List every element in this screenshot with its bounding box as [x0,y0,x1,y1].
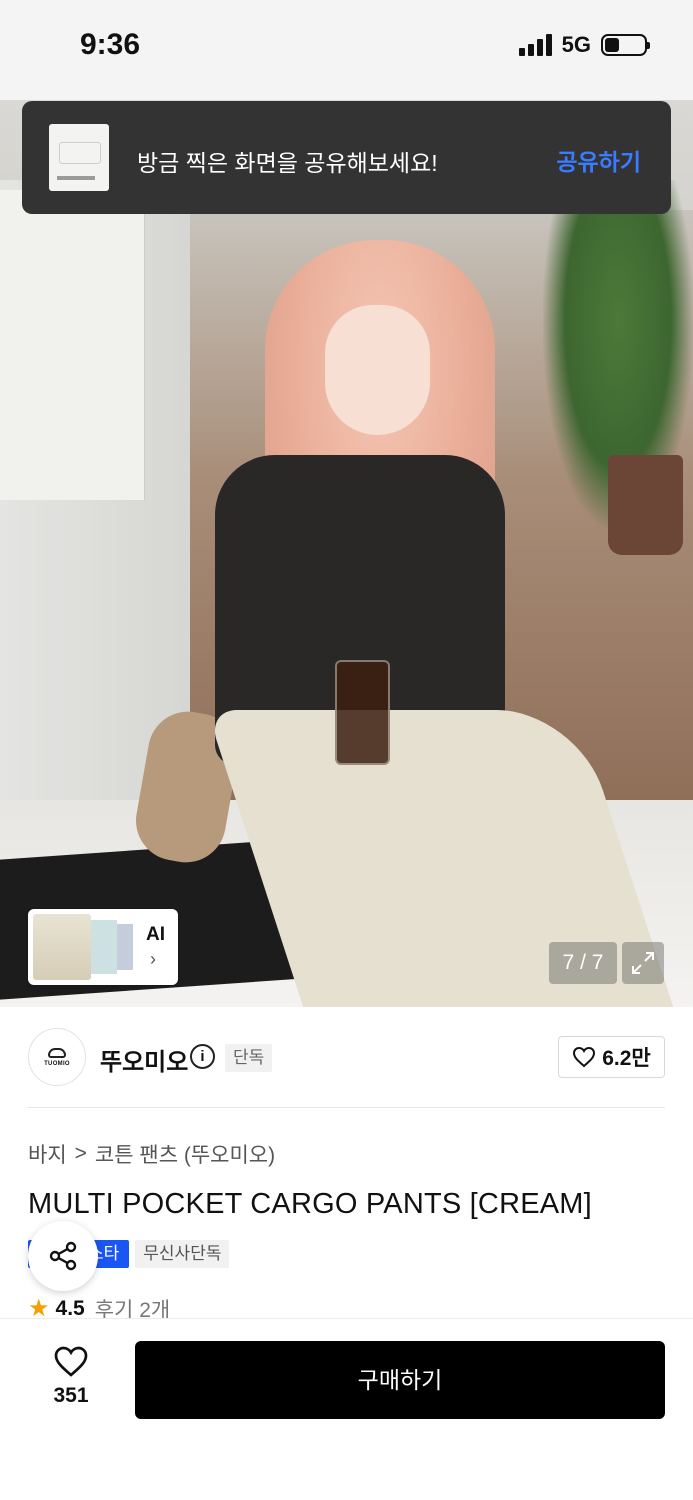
expand-icon[interactable] [622,942,664,984]
exclusive-badge: 단독 [225,1044,273,1072]
battery-icon [601,34,650,56]
buy-button[interactable]: 구매하기 [135,1341,665,1419]
share-toast[interactable]: 방금 찍은 화면을 공유해보세요! 공유하기 [22,101,671,214]
similar-thumb [91,920,117,974]
image-counter: 7 / 7 [549,942,617,984]
breadcrumb-category[interactable]: 바지 [28,1139,67,1169]
wall-poster [0,190,145,500]
breadcrumb-subcategory[interactable]: 코튼 팬츠 (뚜오미오) [95,1139,275,1169]
breadcrumb-separator: > [74,1142,87,1165]
brand-name[interactable]: 뚜오미오 [100,1042,188,1077]
share-icon [49,1241,77,1271]
wishlist-button[interactable]: 351 [40,1345,102,1415]
info-icon[interactable]: i [190,1044,215,1069]
plant-pot [608,455,683,555]
product-image[interactable] [0,100,693,1007]
status-bar: 9:36 5G [0,0,693,100]
ai-label: AI [146,924,165,945]
brand-row: TUOMIO 뚜오미오 i 단독 6.2만 [28,1028,665,1086]
similar-thumb [33,914,91,980]
heart-icon [573,1046,596,1068]
status-time: 9:36 [80,28,141,61]
wishlist-count: 351 [53,1384,89,1407]
brand-logo[interactable]: TUOMIO [28,1028,86,1086]
screenshot-thumbnail [49,124,109,191]
rating-value: 4.5 [55,1298,85,1320]
brand-logo-mark [48,1047,66,1058]
divider [28,1107,665,1108]
product-title: MULTI POCKET CARGO PANTS [CREAM] [28,1188,592,1220]
exclusive-tag: 무신사단독 [135,1240,230,1268]
signal-icon [518,34,552,56]
network-label: 5G [561,32,591,57]
share-button[interactable] [28,1221,98,1291]
ai-similar-button[interactable]: AI › [28,909,178,985]
toast-share-button[interactable]: 공유하기 [556,143,641,177]
bottom-purchase-bar: 351 구매하기 [0,1318,693,1500]
status-indicators: 5G [518,32,650,58]
ai-similar-thumbnails [33,914,133,980]
brand-logo-text: TUOMIO [44,1060,70,1067]
chevron-right-icon: › [150,949,156,969]
breadcrumb: 바지 > 코튼 팬츠 (뚜오미오) [28,1139,275,1169]
star-icon: ★ [28,1298,50,1320]
toast-message: 방금 찍은 화면을 공유해보세요! [137,150,438,176]
coffee-cup [335,660,390,765]
model-face [325,305,430,435]
heart-icon [54,1346,88,1377]
brand-like-count: 6.2만 [602,1047,651,1070]
rating-row[interactable]: ★ 4.5 후기 2개 [28,1298,170,1320]
review-count: 후기 2개 [94,1299,171,1320]
brand-like-button[interactable]: 6.2만 [558,1036,665,1078]
similar-thumb [117,924,133,970]
